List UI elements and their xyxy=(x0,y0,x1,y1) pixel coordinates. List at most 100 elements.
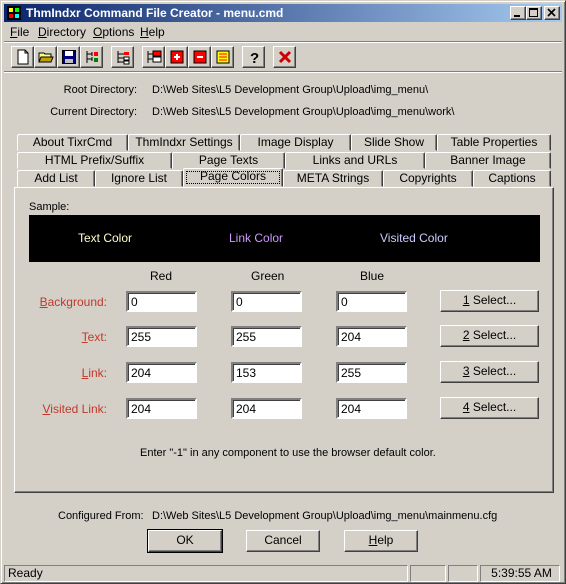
current-directory-value: D:\Web Sites\L5 Development Group\Upload… xyxy=(152,106,455,118)
title-bar[interactable]: ThmIndxr Command File Creator - menu.cmd xyxy=(4,4,562,22)
tab-page-texts[interactable]: Page Texts xyxy=(172,152,285,169)
menu-file-rest: ile xyxy=(17,25,30,39)
status-pane-2 xyxy=(410,565,446,582)
visited-link-select-accel: 4 xyxy=(462,400,470,414)
tree-red-remove-icon xyxy=(193,50,207,64)
tree-expand-button[interactable] xyxy=(111,46,134,68)
sample-link-color: Link Color xyxy=(229,231,284,245)
tree-red-button[interactable] xyxy=(142,46,165,68)
sample-text-color: Text Color xyxy=(78,231,133,245)
menu-help[interactable]: Help xyxy=(140,25,165,39)
background-select-button[interactable]: 1 Select... xyxy=(440,290,539,312)
tree-yellow-button[interactable] xyxy=(211,46,234,68)
menu-directory-rest: irectory xyxy=(46,25,87,39)
tree-red-remove-button[interactable] xyxy=(188,46,211,68)
tab-about-tixrcmd[interactable]: About TixrCmd xyxy=(17,134,128,151)
configured-from-label: Configured From: xyxy=(58,510,144,522)
default-color-hint: Enter "-1" in any component to use the b… xyxy=(140,447,436,459)
root-directory-label: Root Directory: xyxy=(63,84,137,96)
visited-link-green-input[interactable] xyxy=(231,398,302,419)
text-blue-input[interactable] xyxy=(336,326,407,347)
visited-link-select-button[interactable]: 4 Select... xyxy=(440,397,539,419)
tab-meta-strings[interactable]: META Strings xyxy=(283,170,383,187)
root-directory-value: D:\Web Sites\L5 Development Group\Upload… xyxy=(152,84,429,96)
current-directory-label: Current Directory: xyxy=(50,106,137,118)
link-green-input[interactable] xyxy=(231,362,302,383)
toolbar-separator xyxy=(4,71,562,73)
tree-red-icon xyxy=(147,50,162,63)
text-label: Text: xyxy=(17,330,107,344)
help-dialog-button[interactable]: Help xyxy=(344,530,418,552)
help-question-icon: ? xyxy=(250,50,259,65)
text-select-button[interactable]: 2 Select... xyxy=(440,325,539,347)
close-button[interactable] xyxy=(544,6,560,20)
tab-thmindxr-settings[interactable]: ThmIndxr Settings xyxy=(128,134,240,151)
background-label-accel: B xyxy=(39,295,48,309)
tree-structure-button[interactable] xyxy=(80,46,103,68)
header-red: Red xyxy=(150,269,173,283)
open-folder-icon xyxy=(38,52,54,63)
tab-ignore-list[interactable]: Ignore List xyxy=(95,170,183,187)
new-file-button[interactable] xyxy=(11,46,34,68)
sample-label: Sample: xyxy=(29,201,70,213)
close-icon xyxy=(547,8,556,17)
maximize-icon xyxy=(529,8,538,17)
tree-red-add-icon xyxy=(170,50,184,64)
tab-copyrights[interactable]: Copyrights xyxy=(383,170,473,187)
background-select-accel: 1 xyxy=(462,293,470,307)
save-button[interactable] xyxy=(57,46,80,68)
background-blue-input[interactable] xyxy=(336,291,407,312)
text-red-input[interactable] xyxy=(126,326,197,347)
new-file-icon xyxy=(17,49,29,65)
background-green-input[interactable] xyxy=(231,291,302,312)
tab-add-list[interactable]: Add List xyxy=(17,170,95,187)
delete-button[interactable] xyxy=(273,46,296,68)
menu-options-rest: ptions xyxy=(102,25,135,39)
status-time: 5:39:55 AM xyxy=(480,565,560,582)
configured-from-value: D:\Web Sites\L5 Development Group\Upload… xyxy=(152,510,498,522)
link-red-input[interactable] xyxy=(126,362,197,383)
delete-x-icon xyxy=(278,50,292,64)
tab-row-3: Add List Ignore List Page Colors META St… xyxy=(1,168,566,188)
visited-link-blue-input[interactable] xyxy=(336,398,407,419)
tab-html-prefix-suffix[interactable]: HTML Prefix/Suffix xyxy=(17,152,172,169)
tree-red-add-button[interactable] xyxy=(165,46,188,68)
open-button[interactable] xyxy=(34,46,57,68)
save-disk-icon xyxy=(62,50,76,64)
tab-row-1: About TixrCmd ThmIndxr Settings Image Di… xyxy=(1,134,566,152)
cancel-button[interactable]: Cancel xyxy=(246,530,320,552)
tab-table-properties[interactable]: Table Properties xyxy=(437,134,551,151)
text-green-input[interactable] xyxy=(231,326,302,347)
sample-visited-color: Visited Color xyxy=(380,231,448,245)
menu-bar: File Directory Options Help xyxy=(4,23,562,41)
tab-slide-show[interactable]: Slide Show xyxy=(351,134,437,151)
tab-image-display[interactable]: Image Display xyxy=(240,134,351,151)
text-label-text: ext: xyxy=(87,330,107,344)
background-label-text: ackground: xyxy=(47,295,107,309)
visited-link-red-input[interactable] xyxy=(126,398,197,419)
link-select-label: Select... xyxy=(469,364,517,378)
ok-button[interactable]: OK xyxy=(147,529,223,553)
link-label: Link: xyxy=(17,366,107,380)
link-blue-input[interactable] xyxy=(336,362,407,383)
minimize-button[interactable] xyxy=(510,6,526,20)
header-green: Green xyxy=(251,269,285,283)
menu-file[interactable]: File xyxy=(10,25,29,39)
main-window: ThmIndxr Command File Creator - menu.cmd… xyxy=(0,0,566,584)
help-button[interactable]: ? xyxy=(242,46,265,68)
color-sample-preview: Text Color Link Color Visited Color xyxy=(29,215,540,262)
menu-options[interactable]: Options xyxy=(93,25,134,39)
menu-directory[interactable]: Directory xyxy=(38,25,86,39)
tab-banner-image[interactable]: Banner Image xyxy=(425,152,551,169)
tab-links-and-urls[interactable]: Links and URLs xyxy=(285,152,425,169)
tab-page-colors[interactable]: Page Colors xyxy=(183,168,283,187)
text-select-label: Select... xyxy=(469,328,517,342)
link-select-accel: 3 xyxy=(462,364,470,378)
link-select-button[interactable]: 3 Select... xyxy=(440,361,539,383)
status-bar: Ready 5:39:55 AM xyxy=(4,565,562,582)
visited-link-select-label: Select... xyxy=(469,400,517,414)
status-pane-3 xyxy=(448,565,478,582)
tab-captions[interactable]: Captions xyxy=(473,170,551,187)
maximize-button[interactable] xyxy=(526,6,542,20)
background-red-input[interactable] xyxy=(126,291,197,312)
